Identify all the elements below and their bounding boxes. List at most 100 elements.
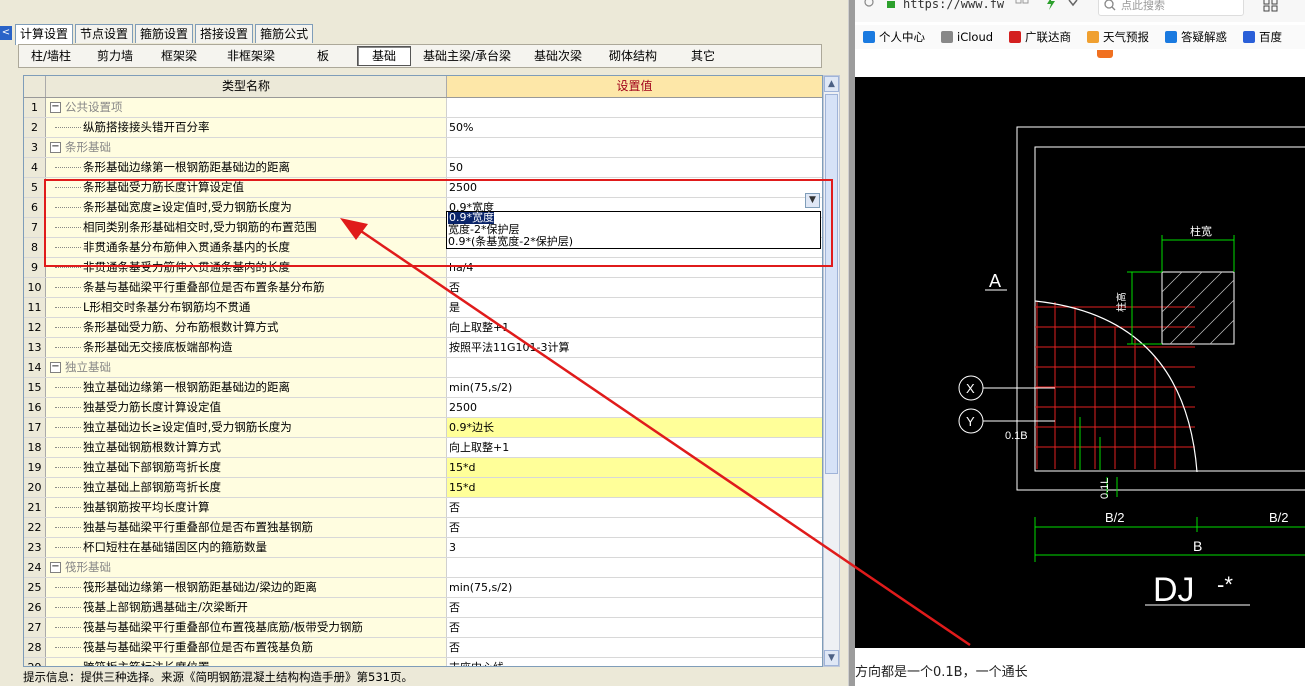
row-name-cell[interactable]: − 公共设置项 <box>46 98 447 117</box>
row-value-cell[interactable]: min(75,s/2) <box>447 578 822 597</box>
row-value-cell[interactable]: 15*d <box>447 478 822 497</box>
row-name-cell[interactable]: 筏基与基础梁平行重叠部位布置筏基底筋/板带受力钢筋 <box>46 618 447 637</box>
bookmark-item[interactable]: 个人中心 <box>863 29 925 45</box>
row-name-cell[interactable]: 条形基础边缘第一根钢筋距基础边的距离 <box>46 158 447 177</box>
row-name-cell[interactable]: − 独立基础 <box>46 358 447 377</box>
table-row[interactable]: 21 独基钢筋按平均长度计算 否 <box>24 498 822 518</box>
scroll-down-icon[interactable]: ▼ <box>824 650 839 666</box>
row-value-cell[interactable]: 否 <box>447 518 822 537</box>
top-tab-1[interactable]: 节点设置 <box>75 24 134 43</box>
lightning-icon[interactable] <box>1045 0 1057 10</box>
back-button[interactable]: < <box>0 26 12 40</box>
chevron-down-icon[interactable] <box>1067 0 1079 8</box>
top-tab-2[interactable]: 箍筋设置 <box>135 24 194 43</box>
bookmark-item[interactable]: 答疑解惑 <box>1165 29 1227 45</box>
row-value-cell[interactable] <box>447 358 822 377</box>
row-name-cell[interactable]: 杯口短柱在基础锚固区内的箍筋数量 <box>46 538 447 557</box>
row-value-cell[interactable]: 3 <box>447 538 822 557</box>
row-value-cell[interactable]: 0.9*边长 <box>447 418 822 437</box>
sub-tab-3[interactable]: 非框架梁 <box>213 47 289 65</box>
table-row[interactable]: 20 独立基础上部钢筋弯折长度 15*d <box>24 478 822 498</box>
table-row[interactable]: 10 条基与基础梁平行重叠部位是否布置条基分布筋 否 <box>24 278 822 298</box>
row-name-cell[interactable]: − 条形基础 <box>46 138 447 157</box>
search-input[interactable]: 点此搜索 <box>1098 0 1244 16</box>
table-row[interactable]: 1− 公共设置项 <box>24 98 822 118</box>
vertical-scrollbar[interactable]: ▲ ▼ <box>823 75 840 667</box>
table-row[interactable]: 16 独基受力筋长度计算设定值 2500 <box>24 398 822 418</box>
collapse-icon[interactable]: − <box>50 562 61 573</box>
row-name-cell[interactable]: 条形基础宽度≥设定值时,受力钢筋长度为 <box>46 198 447 217</box>
collapse-icon[interactable]: − <box>50 102 61 113</box>
sub-tab-5[interactable]: 基础 <box>357 46 411 66</box>
table-row[interactable]: 29 跨筏板主筋标注长度位置 支座中心线 <box>24 658 822 666</box>
row-name-cell[interactable]: 独基钢筋按平均长度计算 <box>46 498 447 517</box>
bookmark-item[interactable]: iCloud <box>941 30 993 44</box>
url-text[interactable]: https://www.fw <box>903 0 1004 11</box>
row-value-cell[interactable]: 否 <box>447 598 822 617</box>
row-value-cell[interactable]: 15*d <box>447 458 822 477</box>
row-name-cell[interactable]: 独基与基础梁平行重叠部位是否布置独基钢筋 <box>46 518 447 537</box>
dropdown-option[interactable]: 0.9*(条基宽度-2*保护层) <box>448 235 573 248</box>
row-value-cell[interactable]: 否 <box>447 638 822 657</box>
row-value-cell[interactable]: 50 <box>447 158 822 177</box>
scroll-up-icon[interactable]: ▲ <box>824 76 839 92</box>
table-row[interactable]: 3− 条形基础 <box>24 138 822 158</box>
row-name-cell[interactable]: 筏形基础边缘第一根钢筋距基础边/梁边的距离 <box>46 578 447 597</box>
row-name-cell[interactable]: 非贯通条基分布筋伸入贯通条基内的长度 <box>46 238 447 257</box>
apps-grid-icon[interactable] <box>1263 0 1279 12</box>
dropdown-arrow-icon[interactable]: ▼ <box>805 193 820 208</box>
table-row[interactable]: 5 条形基础受力筋长度计算设定值 2500 <box>24 178 822 198</box>
row-value-cell[interactable]: 否 <box>447 498 822 517</box>
sub-tab-2[interactable]: 框架梁 <box>149 47 209 65</box>
row-value-cell[interactable] <box>447 138 822 157</box>
table-row[interactable]: 13 条形基础无交接底板端部构造 按照平法11G101-3计算 <box>24 338 822 358</box>
value-dropdown-list[interactable]: 0.9*宽度 宽度-2*保护层 0.9*(条基宽度-2*保护层) <box>446 211 821 249</box>
row-value-cell[interactable] <box>447 558 822 577</box>
row-value-cell[interactable]: 是 <box>447 298 822 317</box>
row-name-cell[interactable]: L形相交时条基分布钢筋均不贯通 <box>46 298 447 317</box>
table-row[interactable]: 14− 独立基础 <box>24 358 822 378</box>
row-value-cell[interactable]: 按照平法11G101-3计算 <box>447 338 822 357</box>
table-row[interactable]: 9 非贯通条基受力筋伸入贯通条基内的长度 ha/4 <box>24 258 822 278</box>
row-name-cell[interactable]: 纵筋搭接接头错开百分率 <box>46 118 447 137</box>
top-tab-0[interactable]: 计算设置 <box>15 24 74 45</box>
table-row[interactable]: 15 独立基础边缘第一根钢筋距基础边的距离 min(75,s/2) <box>24 378 822 398</box>
row-name-cell[interactable]: 条形基础受力筋、分布筋根数计算方式 <box>46 318 447 337</box>
sub-tab-7[interactable]: 基础次梁 <box>523 47 593 65</box>
row-name-cell[interactable]: 独基受力筋长度计算设定值 <box>46 398 447 417</box>
table-row[interactable]: 12 条形基础受力筋、分布筋根数计算方式 向上取整+1 <box>24 318 822 338</box>
row-name-cell[interactable]: 独立基础下部钢筋弯折长度 <box>46 458 447 477</box>
top-tab-4[interactable]: 箍筋公式 <box>255 24 314 43</box>
row-name-cell[interactable]: 跨筏板主筋标注长度位置 <box>46 658 447 666</box>
collapse-icon[interactable]: − <box>50 142 61 153</box>
table-row[interactable]: 2 纵筋搭接接头错开百分率 50% <box>24 118 822 138</box>
table-row[interactable]: 27 筏基与基础梁平行重叠部位布置筏基底筋/板带受力钢筋 否 <box>24 618 822 638</box>
window-splitter[interactable] <box>848 0 855 686</box>
row-value-cell[interactable]: 向上取整+1 <box>447 438 822 457</box>
table-row[interactable]: 18 独立基础钢筋根数计算方式 向上取整+1 <box>24 438 822 458</box>
row-value-cell[interactable]: 50% <box>447 118 822 137</box>
table-row[interactable]: 22 独基与基础梁平行重叠部位是否布置独基钢筋 否 <box>24 518 822 538</box>
table-row[interactable]: 19 独立基础下部钢筋弯折长度 15*d <box>24 458 822 478</box>
row-value-cell[interactable]: 支座中心线 <box>447 658 822 666</box>
dropdown-option-row[interactable]: 0.9*(条基宽度-2*保护层) <box>447 236 820 248</box>
sub-tab-8[interactable]: 砌体结构 <box>597 47 669 65</box>
row-name-cell[interactable]: 条基与基础梁平行重叠部位是否布置条基分布筋 <box>46 278 447 297</box>
row-name-cell[interactable]: 相同类别条形基础相交时,受力钢筋的布置范围 <box>46 218 447 237</box>
refresh-icon[interactable] <box>863 0 875 8</box>
table-row[interactable]: 24− 筏形基础 <box>24 558 822 578</box>
scroll-thumb[interactable] <box>825 94 838 474</box>
bookmark-item[interactable]: 百度 <box>1243 29 1282 45</box>
row-value-cell[interactable]: 否 <box>447 278 822 297</box>
table-row[interactable]: 26 筏基上部钢筋遇基础主/次梁断开 否 <box>24 598 822 618</box>
bookmark-item[interactable]: 广联达商 <box>1009 29 1071 45</box>
sub-tab-0[interactable]: 柱/墙柱 <box>21 47 81 65</box>
row-name-cell[interactable]: 筏基与基础梁平行重叠部位是否布置筏基负筋 <box>46 638 447 657</box>
row-name-cell[interactable]: 条形基础无交接底板端部构造 <box>46 338 447 357</box>
top-tab-3[interactable]: 搭接设置 <box>195 24 254 43</box>
sub-tab-6[interactable]: 基础主梁/承台梁 <box>415 47 519 65</box>
collapse-icon[interactable]: − <box>50 362 61 373</box>
row-name-cell[interactable]: 条形基础受力筋长度计算设定值 <box>46 178 447 197</box>
row-value-cell[interactable] <box>447 98 822 117</box>
table-row[interactable]: 23 杯口短柱在基础锚固区内的箍筋数量 3 <box>24 538 822 558</box>
